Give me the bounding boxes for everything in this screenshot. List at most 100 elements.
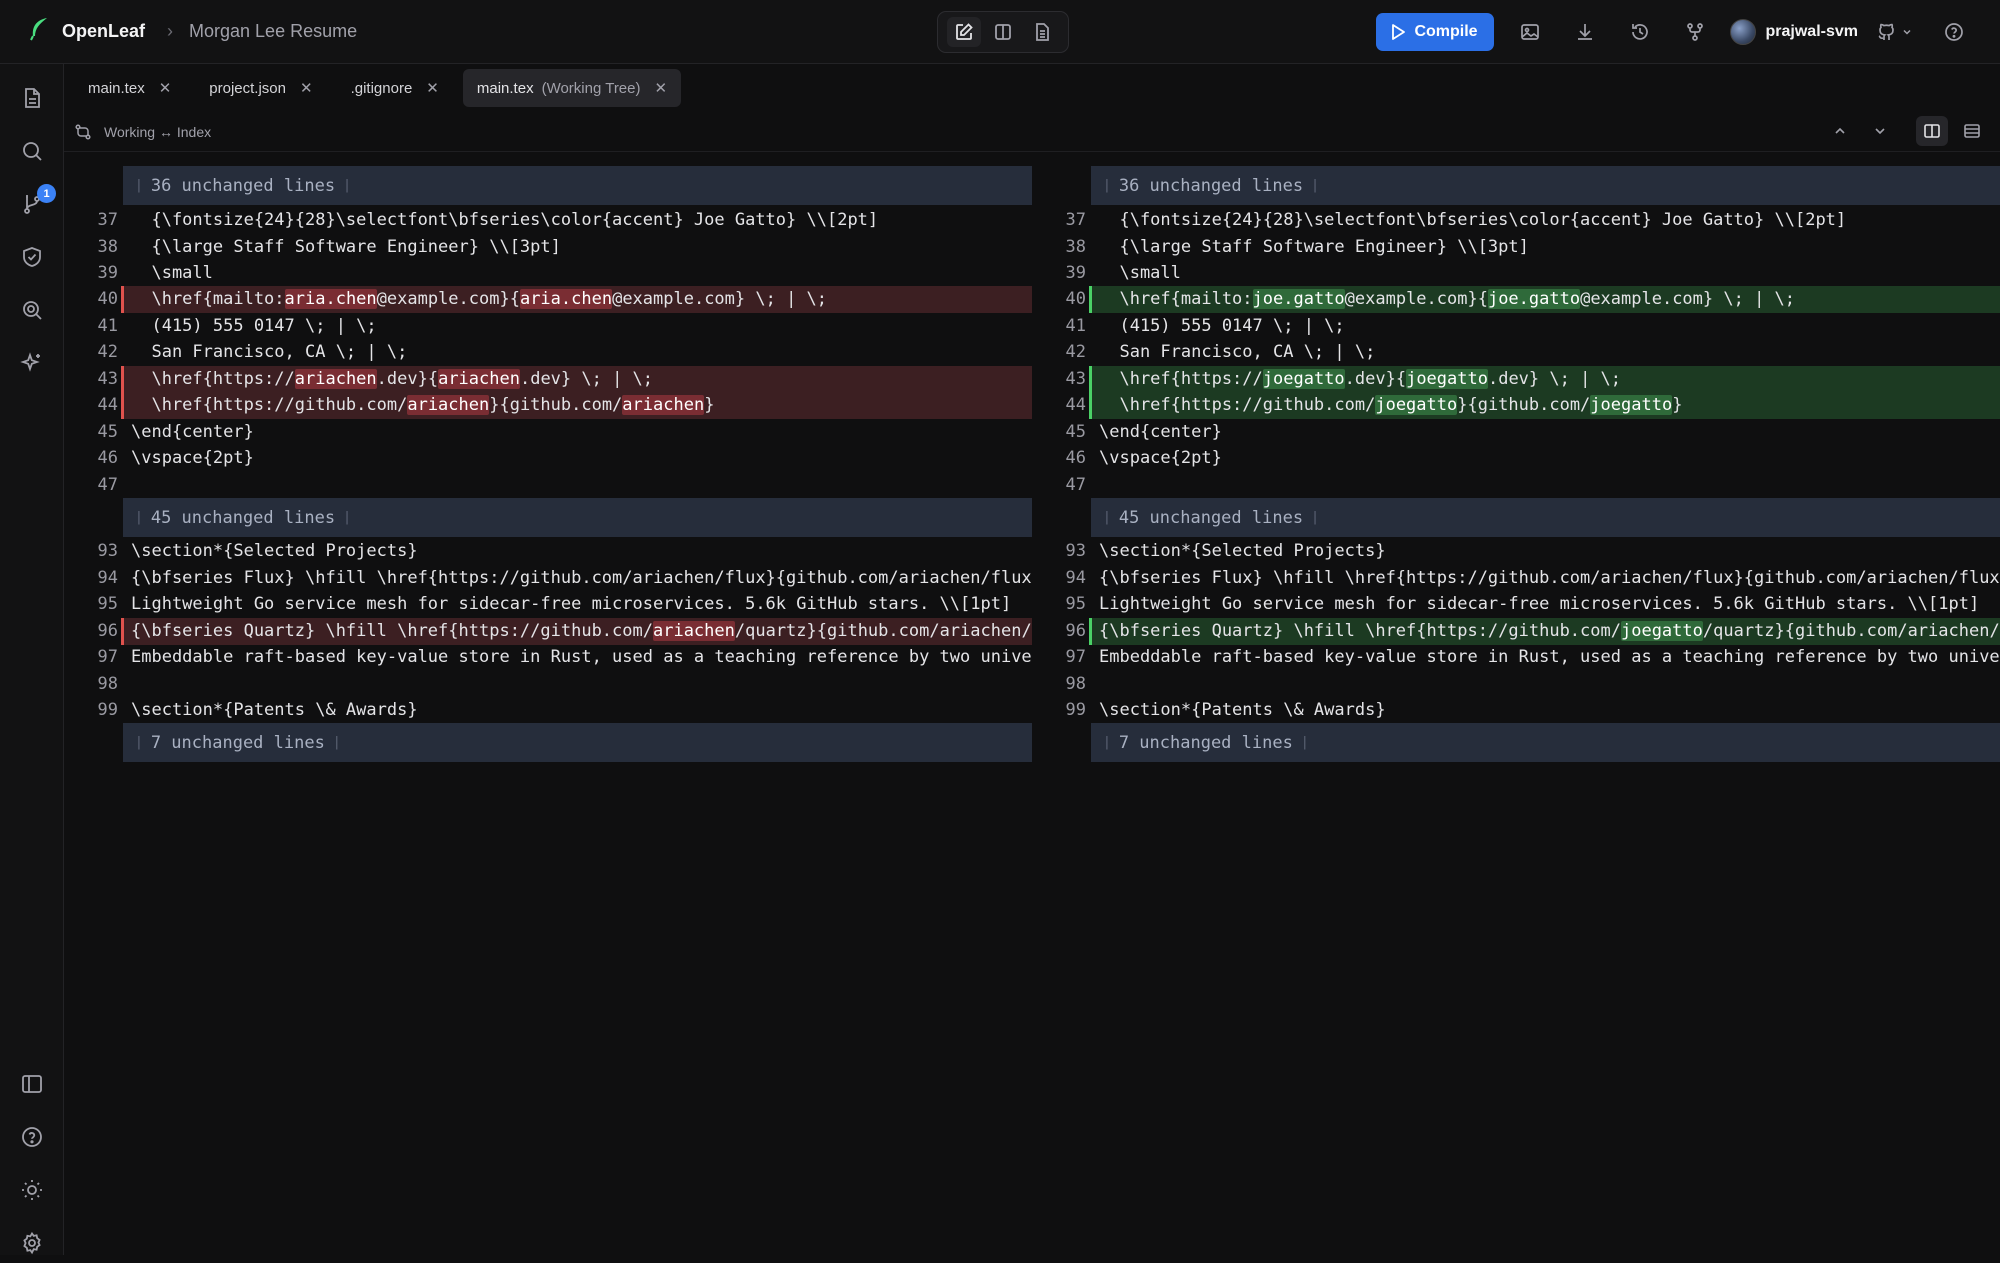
- code-line: 45 \end{center}: [1032, 419, 2000, 445]
- git-fork-icon: [1684, 21, 1706, 43]
- code-text: (415) 555 0147 \; | \;: [131, 316, 377, 336]
- sun-icon: [20, 1178, 44, 1202]
- fold-label: 36 unchanged lines: [151, 176, 335, 196]
- close-icon[interactable]: ✕: [426, 79, 439, 97]
- code-line: 97Embeddable raft-based key-value store …: [64, 644, 1032, 670]
- top-bar: OpenLeaf › Morgan Lee Resume Compile: [0, 0, 2000, 64]
- code-text: \href{https://ariachen.dev}{ariachen.dev…: [131, 369, 653, 389]
- chevron-up-icon: [1833, 124, 1847, 138]
- code-text: \href{mailto:joe.gatto@example.com}{joe.…: [1099, 289, 1795, 309]
- close-icon[interactable]: ✕: [655, 79, 668, 97]
- shield-check-icon: [20, 245, 44, 269]
- line-number: 95: [64, 594, 118, 614]
- inline-view-button[interactable]: [1956, 116, 1988, 146]
- code-text: \section*{Selected Projects}: [1099, 541, 1386, 561]
- edit-mode-button[interactable]: [947, 17, 981, 47]
- line-number: 44: [1032, 395, 1086, 415]
- tab-main-tex[interactable]: main.tex ✕: [74, 69, 185, 107]
- project-name[interactable]: Morgan Lee Resume: [189, 21, 357, 42]
- code-line: 41 (415) 555 0147 \; | \;: [1032, 313, 2000, 339]
- line-number: 95: [1032, 594, 1086, 614]
- image-button[interactable]: [1510, 12, 1550, 52]
- avatar: [1730, 19, 1756, 45]
- code-text: \section*{Patents \& Awards}: [1099, 700, 1386, 720]
- files-button[interactable]: [0, 78, 64, 118]
- github-dropdown[interactable]: [1876, 22, 1912, 42]
- line-number: 38: [1032, 237, 1086, 257]
- code-text: {\bfseries Quartz} \hfill \href{https://…: [131, 621, 1032, 641]
- preview-mode-button[interactable]: [1025, 17, 1059, 47]
- tab-main-tex-working-tree[interactable]: main.tex (Working Tree) ✕: [463, 69, 681, 107]
- fold-label: 7 unchanged lines: [1119, 733, 1293, 753]
- search-icon: [20, 139, 44, 163]
- code-text: \section*{Selected Projects}: [131, 541, 418, 561]
- code-text: San Francisco, CA \; | \;: [131, 342, 407, 362]
- ai-assist-button[interactable]: [0, 343, 64, 383]
- code-text: \small: [131, 263, 213, 283]
- code-line: 93\section*{Selected Projects}: [64, 538, 1032, 564]
- split-mode-button[interactable]: [986, 17, 1020, 47]
- code-text: {\bfseries Flux} \hfill \href{https://gi…: [131, 568, 1032, 588]
- inserted-line: 40 \href{mailto:joe.gatto@example.com}{j…: [1032, 286, 2000, 312]
- code-line: 97Embeddable raft-based key-value store …: [1032, 644, 2000, 670]
- fold-label: 45 unchanged lines: [151, 508, 335, 528]
- close-icon[interactable]: ✕: [159, 79, 172, 97]
- code-line: 47: [1032, 472, 2000, 498]
- sparkles-icon: [20, 351, 44, 375]
- toggle-panel-button[interactable]: [0, 1064, 64, 1104]
- side-by-side-button[interactable]: [1916, 116, 1948, 146]
- code-text: \end{center}: [1099, 422, 1222, 442]
- compile-button[interactable]: Compile: [1376, 13, 1494, 51]
- history-button[interactable]: [1620, 12, 1660, 52]
- search-button[interactable]: [0, 131, 64, 171]
- help-sidebar-button[interactable]: [0, 1117, 64, 1157]
- code-line: 46\vspace{2pt}: [64, 445, 1032, 471]
- code-line: 38 {\large Staff Software Engineer} \\[3…: [1032, 234, 2000, 260]
- code-line: 98: [1032, 671, 2000, 697]
- theme-button[interactable]: [0, 1170, 64, 1210]
- source-control-button[interactable]: 1: [0, 184, 64, 224]
- unchanged-lines-fold[interactable]: |36 unchanged lines|: [123, 166, 1032, 205]
- app-name: OpenLeaf: [62, 21, 145, 42]
- chevron-right-icon: ›: [167, 21, 173, 42]
- compile-label: Compile: [1414, 23, 1477, 41]
- download-button[interactable]: [1565, 12, 1605, 52]
- columns-icon: [1923, 122, 1941, 140]
- code-text: Lightweight Go service mesh for sidecar-…: [131, 594, 1011, 614]
- line-number: 37: [1032, 210, 1086, 230]
- brand[interactable]: OpenLeaf: [30, 17, 145, 46]
- zoom-icon: [20, 298, 44, 322]
- tab-gitignore[interactable]: .gitignore ✕: [337, 69, 453, 107]
- source-control-badge: 1: [37, 184, 56, 203]
- code-text: {\large Staff Software Engineer} \\[3pt]: [131, 237, 561, 257]
- fold-label: 7 unchanged lines: [151, 733, 325, 753]
- code-line: 93\section*{Selected Projects}: [1032, 538, 2000, 564]
- gear-icon: [20, 1231, 44, 1255]
- line-number: 97: [1032, 647, 1086, 667]
- help-button[interactable]: [1934, 12, 1974, 52]
- pencil-square-icon: [954, 22, 974, 42]
- tab-project-json[interactable]: project.json ✕: [195, 69, 326, 107]
- file-text-icon: [20, 86, 44, 110]
- line-number: 41: [1032, 316, 1086, 336]
- user-menu[interactable]: prajwal-svm: [1730, 19, 1858, 45]
- git-branch-button[interactable]: [1675, 12, 1715, 52]
- unchanged-lines-fold[interactable]: |7 unchanged lines|: [1091, 723, 2000, 762]
- code-text: San Francisco, CA \; | \;: [1099, 342, 1375, 362]
- inserted-line: 96{\bfseries Quartz} \hfill \href{https:…: [1032, 618, 2000, 644]
- line-number: 45: [1032, 422, 1086, 442]
- close-icon[interactable]: ✕: [300, 79, 313, 97]
- line-number: 43: [1032, 369, 1086, 389]
- unchanged-lines-fold[interactable]: |36 unchanged lines|: [1091, 166, 2000, 205]
- diff-pane-original: |36 unchanged lines| 37 {\fontsize{24}{2…: [64, 152, 1032, 1255]
- security-button[interactable]: [0, 237, 64, 277]
- unchanged-lines-fold[interactable]: |45 unchanged lines|: [1091, 498, 2000, 537]
- prev-change-button[interactable]: [1824, 116, 1856, 146]
- settings-button[interactable]: [0, 1223, 64, 1263]
- unchanged-lines-fold[interactable]: |7 unchanged lines|: [123, 723, 1032, 762]
- inspect-button[interactable]: [0, 290, 64, 330]
- code-line: 94{\bfseries Flux} \hfill \href{https://…: [64, 565, 1032, 591]
- next-change-button[interactable]: [1864, 116, 1896, 146]
- unchanged-lines-fold[interactable]: |45 unchanged lines|: [123, 498, 1032, 537]
- activity-sidebar: 1: [0, 64, 64, 1255]
